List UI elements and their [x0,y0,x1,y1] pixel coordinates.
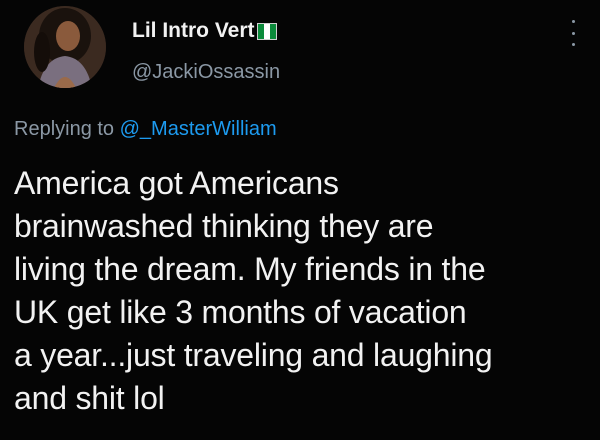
nigeria-flag-icon [256,22,277,40]
avatar-image [24,6,106,88]
avatar[interactable] [24,6,106,88]
display-name[interactable]: Lil Intro Vert [132,19,277,43]
display-name-text: Lil Intro Vert [132,19,255,42]
reply-mention-link[interactable]: @_MasterWilliam [120,118,277,140]
replying-to-label: Replying to [14,118,120,140]
tweet-header: Lil Intro Vert @JackiOssassin [14,6,586,102]
more-dot [571,20,575,23]
username[interactable]: @JackiOssassin [132,61,280,84]
tweet-card: Lil Intro Vert @JackiOssassin Replying t… [0,0,600,440]
more-vertical-icon[interactable] [566,20,580,46]
tweet-text: America got Americans brainwashed thinki… [14,165,493,416]
replying-to: Replying to @_MasterWilliam [14,118,277,141]
more-dot [571,43,575,46]
more-dot [571,31,575,35]
